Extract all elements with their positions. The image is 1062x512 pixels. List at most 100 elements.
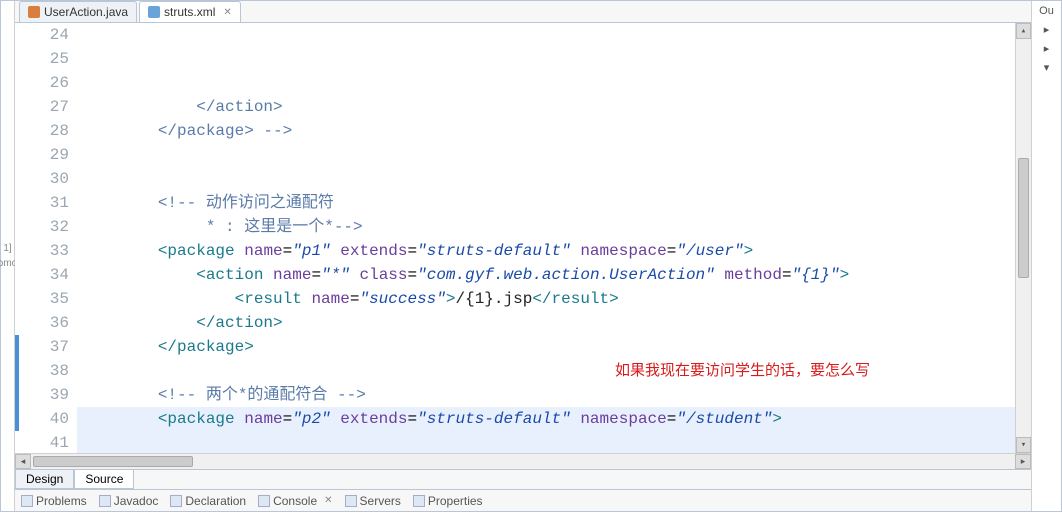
line-number: 36 bbox=[29, 311, 69, 335]
tree-icon: ▸ bbox=[1044, 42, 1050, 55]
code-content[interactable]: </action> </package> --> <!-- 动作访问之通配符 *… bbox=[77, 23, 1015, 453]
tree-icon: ▾ bbox=[1044, 61, 1050, 74]
outline-label: Ou bbox=[1039, 5, 1054, 17]
scroll-track[interactable] bbox=[1016, 39, 1031, 437]
marker-bar bbox=[15, 23, 29, 453]
view-label: Console bbox=[273, 494, 317, 508]
code-line[interactable] bbox=[77, 143, 1015, 167]
vertical-scrollbar[interactable]: ▴ ▾ bbox=[1015, 23, 1031, 453]
code-line[interactable]: </package> --> bbox=[77, 119, 1015, 143]
hscroll-track[interactable] bbox=[31, 454, 1015, 469]
line-number: 32 bbox=[29, 215, 69, 239]
xml-file-icon bbox=[148, 6, 160, 18]
code-line[interactable]: <!-- 两个*的通配符合 --> bbox=[77, 383, 1015, 407]
line-number: 30 bbox=[29, 167, 69, 191]
tab-label: UserAction.java bbox=[44, 5, 128, 19]
bottom-views-bar: Problems Javadoc Declaration Console ✕ Se… bbox=[15, 489, 1031, 511]
line-gutter: 242526272829303132333435363738394041 bbox=[29, 23, 77, 453]
line-number: 40 bbox=[29, 407, 69, 431]
line-number: 26 bbox=[29, 71, 69, 95]
change-marker bbox=[15, 143, 29, 167]
view-properties[interactable]: Properties bbox=[413, 494, 483, 508]
scroll-left-button[interactable]: ◂ bbox=[15, 454, 31, 469]
code-line[interactable]: <package name="p2" extends="struts-defau… bbox=[77, 407, 1015, 431]
change-marker bbox=[15, 23, 29, 47]
properties-icon bbox=[413, 495, 425, 507]
close-icon[interactable]: ✕ bbox=[324, 495, 332, 506]
line-number: 37 bbox=[29, 335, 69, 359]
line-number: 34 bbox=[29, 263, 69, 287]
editor-mode-tabs: Design Source bbox=[15, 469, 1031, 489]
editor-tabs: UserAction.java struts.xml ✕ bbox=[15, 1, 1031, 23]
code-line[interactable]: <result name="success">/{1}.jsp</result> bbox=[77, 287, 1015, 311]
code-line[interactable]: </action> bbox=[77, 311, 1015, 335]
change-marker bbox=[15, 191, 29, 215]
scroll-down-button[interactable]: ▾ bbox=[1016, 437, 1031, 453]
line-number: 38 bbox=[29, 359, 69, 383]
scroll-right-button[interactable]: ▸ bbox=[1015, 454, 1031, 469]
code-line[interactable]: <package name="p1" extends="struts-defau… bbox=[77, 239, 1015, 263]
scroll-thumb[interactable] bbox=[1018, 158, 1029, 278]
view-label: Problems bbox=[36, 494, 87, 508]
change-marker bbox=[15, 407, 29, 431]
horizontal-scrollbar[interactable]: ◂ ▸ bbox=[15, 453, 1031, 469]
view-declaration[interactable]: Declaration bbox=[170, 494, 246, 508]
left-stub-text-1: 1] bbox=[3, 243, 11, 254]
tab-struts-xml[interactable]: struts.xml ✕ bbox=[139, 1, 241, 22]
tree-icon: ▸ bbox=[1044, 23, 1050, 36]
code-line[interactable] bbox=[77, 431, 1015, 453]
line-number: 27 bbox=[29, 95, 69, 119]
line-number: 33 bbox=[29, 239, 69, 263]
change-marker bbox=[15, 287, 29, 311]
code-line[interactable]: <!-- 动作访问之通配符 bbox=[77, 191, 1015, 215]
line-number: 28 bbox=[29, 119, 69, 143]
change-marker bbox=[15, 335, 29, 359]
view-javadoc[interactable]: Javadoc bbox=[99, 494, 159, 508]
java-file-icon bbox=[28, 6, 40, 18]
problems-icon bbox=[21, 495, 33, 507]
tab-label: struts.xml bbox=[164, 5, 215, 19]
view-label: Javadoc bbox=[114, 494, 159, 508]
code-line[interactable]: * : 这里是一个*--> bbox=[77, 215, 1015, 239]
scroll-up-button[interactable]: ▴ bbox=[1016, 23, 1031, 39]
change-marker bbox=[15, 239, 29, 263]
line-number: 39 bbox=[29, 383, 69, 407]
outline-panel-stub: Ou ▸ ▸ ▾ bbox=[1031, 1, 1061, 511]
code-line[interactable] bbox=[77, 359, 1015, 383]
design-tab[interactable]: Design bbox=[15, 470, 74, 489]
javadoc-icon bbox=[99, 495, 111, 507]
change-marker bbox=[15, 167, 29, 191]
tab-useraction[interactable]: UserAction.java bbox=[19, 1, 137, 22]
change-marker bbox=[15, 71, 29, 95]
code-line[interactable]: </action> bbox=[77, 95, 1015, 119]
source-tab[interactable]: Source bbox=[74, 470, 134, 489]
annotation-text: 如果我现在要访问学生的话，要怎么写 bbox=[615, 359, 870, 383]
change-marker bbox=[15, 47, 29, 71]
close-icon[interactable]: ✕ bbox=[223, 7, 231, 18]
line-number: 25 bbox=[29, 47, 69, 71]
line-number: 31 bbox=[29, 191, 69, 215]
line-number: 24 bbox=[29, 23, 69, 47]
change-marker bbox=[15, 119, 29, 143]
ide-window: 1] omo UserAction.java struts.xml ✕ 2425… bbox=[0, 0, 1062, 512]
line-number: 41 bbox=[29, 431, 69, 453]
change-marker bbox=[15, 431, 29, 453]
line-number: 35 bbox=[29, 287, 69, 311]
line-number: 29 bbox=[29, 143, 69, 167]
hscroll-thumb[interactable] bbox=[33, 456, 193, 467]
console-icon bbox=[258, 495, 270, 507]
code-line[interactable]: <action name="*" class="com.gyf.web.acti… bbox=[77, 263, 1015, 287]
change-marker bbox=[15, 215, 29, 239]
view-console[interactable]: Console ✕ bbox=[258, 494, 332, 508]
change-marker bbox=[15, 95, 29, 119]
declaration-icon bbox=[170, 495, 182, 507]
code-editor[interactable]: 242526272829303132333435363738394041 </a… bbox=[15, 23, 1031, 453]
change-marker bbox=[15, 263, 29, 287]
change-marker bbox=[15, 311, 29, 335]
editor-area: UserAction.java struts.xml ✕ 24252627282… bbox=[15, 1, 1031, 511]
view-servers[interactable]: Servers bbox=[345, 494, 401, 508]
view-problems[interactable]: Problems bbox=[21, 494, 87, 508]
code-line[interactable]: </package> bbox=[77, 335, 1015, 359]
view-label: Properties bbox=[428, 494, 483, 508]
code-line[interactable] bbox=[77, 167, 1015, 191]
